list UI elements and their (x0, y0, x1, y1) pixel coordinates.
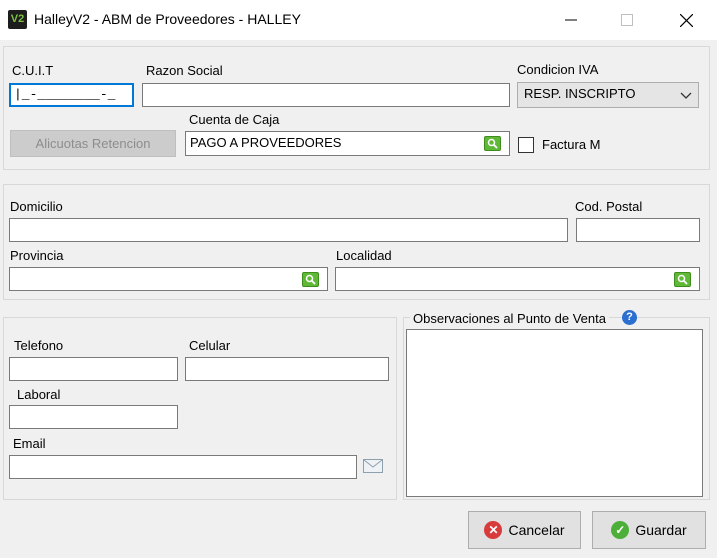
maximize-icon (621, 14, 633, 26)
factura-m-label: Factura M (542, 137, 601, 152)
localidad-search-button[interactable] (674, 272, 691, 287)
help-icon[interactable]: ? (622, 310, 637, 325)
cuit-input[interactable]: |_-________-_ (9, 83, 134, 107)
close-icon (679, 13, 693, 27)
cuenta-caja-value: PAGO A PROVEEDORES (190, 135, 342, 150)
domicilio-input[interactable] (9, 218, 568, 242)
provincia-label: Provincia (10, 248, 64, 263)
alicuotas-retencion-button[interactable]: Alicuotas Retencion (10, 130, 176, 157)
telefono-label: Telefono (14, 338, 64, 353)
razon-social-input[interactable] (142, 83, 510, 107)
cancel-button-label: Cancelar (508, 522, 565, 538)
observaciones-textarea[interactable] (406, 329, 703, 497)
maximize-button[interactable] (604, 0, 650, 40)
provincia-input[interactable] (9, 267, 328, 291)
search-icon (677, 274, 688, 285)
celular-label: Celular (189, 338, 231, 353)
save-button-label: Guardar (635, 522, 687, 538)
celular-input[interactable] (185, 357, 389, 381)
minimize-button[interactable] (548, 0, 594, 40)
observaciones-label: Observaciones al Punto de Venta (410, 311, 609, 326)
cuenta-caja-input[interactable]: PAGO A PROVEEDORES (185, 131, 510, 156)
domicilio-label: Domicilio (10, 199, 63, 214)
search-icon (305, 274, 316, 285)
cuenta-caja-label: Cuenta de Caja (189, 112, 280, 127)
localidad-input[interactable] (335, 267, 700, 291)
cuenta-caja-search-button[interactable] (484, 136, 501, 151)
condicion-iva-label: Condicion IVA (517, 62, 599, 77)
telefono-input[interactable] (9, 357, 178, 381)
minimize-icon (565, 19, 577, 21)
cod-postal-label: Cod. Postal (575, 199, 643, 214)
app-icon: V2 (8, 10, 27, 29)
cancel-icon: ✕ (484, 521, 503, 539)
chevron-down-icon (680, 92, 692, 99)
close-button[interactable] (663, 0, 709, 40)
cancel-button[interactable]: ✕ Cancelar (468, 511, 581, 549)
email-label: Email (13, 436, 46, 451)
window-title: HalleyV2 - ABM de Proveedores - HALLEY (34, 11, 301, 27)
save-button[interactable]: ✓ Guardar (592, 511, 706, 549)
provincia-search-button[interactable] (302, 272, 319, 287)
search-icon (487, 138, 498, 149)
email-input[interactable] (9, 455, 357, 479)
send-email-button[interactable] (363, 459, 383, 476)
factura-m-checkbox[interactable] (518, 137, 534, 153)
cod-postal-input[interactable] (576, 218, 700, 242)
title-bar[interactable]: V2 HalleyV2 - ABM de Proveedores - HALLE… (0, 0, 717, 40)
condicion-iva-select[interactable]: RESP. INSCRIPTO (517, 82, 699, 108)
laboral-label: Laboral (17, 387, 61, 402)
condicion-iva-value: RESP. INSCRIPTO (524, 86, 636, 101)
check-icon: ✓ (611, 521, 630, 539)
laboral-input[interactable] (9, 405, 178, 429)
razon-social-label: Razon Social (146, 63, 223, 78)
cuit-label: C.U.I.T (12, 63, 54, 78)
envelope-icon (363, 459, 383, 473)
localidad-label: Localidad (336, 248, 392, 263)
